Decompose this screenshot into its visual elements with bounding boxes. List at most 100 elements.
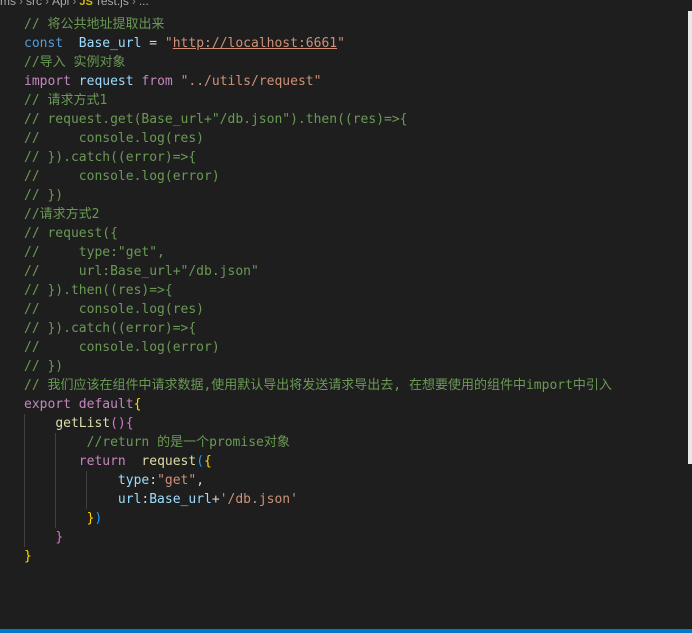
code-line[interactable]: //导入 实例对象 (24, 53, 612, 72)
code-token: // type:"get", (24, 245, 165, 260)
code-token: // 将公共地址提取出来 (24, 17, 165, 32)
code-line[interactable]: // type:"get", (24, 243, 612, 262)
code-line[interactable]: type:"get", (24, 471, 612, 490)
code-line[interactable]: // }).then((res)=>{ (24, 281, 612, 300)
code-token: + (211, 492, 220, 507)
code-token: // console.log(res) (24, 131, 205, 146)
code-token: { (133, 397, 142, 412)
code-token: return (78, 454, 126, 469)
code-token: import (24, 74, 71, 89)
code-line[interactable]: // }) (24, 357, 612, 376)
code-token: // console.log(error) (24, 340, 220, 355)
vertical-scrollbar[interactable] (688, 11, 692, 464)
code-token: = (141, 36, 165, 51)
status-bar (0, 629, 692, 633)
code-line[interactable]: url:Base_url+'/db.json' (24, 490, 612, 509)
code-token: } (24, 549, 32, 564)
code-line[interactable]: import request from "../utils/request" (24, 72, 612, 91)
code-token: { (204, 454, 212, 469)
code-line[interactable]: // 请求方式1 (24, 91, 612, 110)
code-line[interactable]: } (24, 528, 612, 547)
code-token: request (78, 74, 134, 89)
code-token: Base_url (78, 36, 142, 51)
code-token: { (125, 416, 134, 431)
code-line[interactable]: // request.get(Base_url+"/db.json").then… (24, 110, 612, 129)
code-token: // }).then((res)=>{ (24, 283, 173, 298)
code-line[interactable]: // 将公共地址提取出来 (24, 15, 612, 34)
code-token: // console.log(error) (24, 169, 220, 184)
chevron-right-icon: › (19, 0, 23, 8)
code-token: // 请求方式1 (24, 93, 108, 108)
code-line[interactable]: // 我们应该在组件中请求数据,使用默认导出将发送请求导出去, 在想要使用的组件… (24, 376, 612, 395)
code-token: //请求方式2 (24, 207, 100, 222)
code-token: http://localhost:6661 (172, 36, 338, 51)
code-line[interactable]: } (24, 547, 612, 566)
code-token: } (55, 530, 64, 545)
code-token: , (196, 473, 205, 488)
code-token: ) (94, 511, 103, 526)
code-token: request (141, 454, 197, 469)
code-editor[interactable]: ms › src › Api › JS Test.js ›... // 将公共地址提取出来 con… (0, 0, 692, 633)
code-token: url (117, 492, 142, 507)
code-token: () (110, 416, 126, 431)
code-token: Base_url (149, 492, 212, 507)
code-token: export (24, 397, 71, 412)
breadcrumb-item-src[interactable]: src (26, 0, 42, 8)
code-line[interactable]: //请求方式2 (24, 205, 612, 224)
breadcrumb-item-api[interactable]: Api (52, 0, 69, 8)
code-line[interactable]: // console.log(error) (24, 338, 612, 357)
code-token: default (78, 397, 134, 412)
code-token: const (24, 36, 64, 51)
code-line[interactable]: export default{ (24, 395, 612, 414)
code-token: // request.get(Base_url+"/db.json").then… (24, 112, 408, 127)
code-line[interactable]: // request({ (24, 224, 612, 243)
code-token: // }).catch((error)=>{ (24, 321, 197, 336)
code-line[interactable]: //return 的是一个promise对象 (24, 433, 612, 452)
code-line[interactable]: // }).catch((error)=>{ (24, 319, 612, 338)
code-line[interactable]: // console.log(res) (24, 300, 612, 319)
code-line[interactable]: // console.log(res) (24, 129, 612, 148)
code-token: // url:Base_url+"/db.json" (24, 264, 259, 279)
code-token: // request({ (24, 226, 118, 241)
code-token: ( (196, 454, 205, 469)
code-line[interactable]: return request({ (24, 452, 612, 471)
code-token: // }).catch((error)=>{ (24, 150, 197, 165)
code-token: type (117, 473, 150, 488)
chevron-right-icon: › (131, 0, 136, 8)
code-token: // }) (24, 359, 64, 374)
breadcrumb-item-symbols[interactable]: ... (139, 0, 149, 8)
breadcrumb-item-ms[interactable]: ms (0, 0, 16, 8)
chevron-right-icon: › (45, 0, 49, 8)
code-token: getList (55, 416, 111, 431)
chevron-right-icon: › (72, 0, 77, 8)
code-token: " (337, 36, 345, 51)
code-line[interactable]: // console.log(error) (24, 167, 612, 186)
code-token: // console.log(res) (24, 302, 205, 317)
code-token: // }) (24, 188, 64, 203)
code-token: // 我们应该在组件中请求数据,使用默认导出将发送请求导出去, 在想要使用的组件… (24, 378, 612, 393)
code-line[interactable]: // }) (24, 186, 612, 205)
code-token: '/db.json' (219, 492, 298, 507)
js-file-icon: JS (79, 0, 93, 8)
code-line[interactable]: getList(){ (24, 414, 612, 433)
code-token: : (149, 473, 158, 488)
code-token: //导入 实例对象 (24, 55, 126, 70)
breadcrumb-item-file[interactable]: Test.js (95, 0, 129, 8)
breadcrumb: ms › src › Api › JS Test.js ›... (0, 0, 692, 11)
code-token: //return 的是一个promise对象 (86, 435, 290, 450)
code-line[interactable]: }) (24, 509, 612, 528)
code-line[interactable]: // url:Base_url+"/db.json" (24, 262, 612, 281)
code-line[interactable]: // }).catch((error)=>{ (24, 148, 612, 167)
code-token: "get" (157, 473, 197, 488)
code-area[interactable]: // 将公共地址提取出来 const Base_url = "http://loc… (24, 15, 612, 566)
code-line[interactable]: const Base_url = "http://localhost:6661" (24, 34, 612, 53)
